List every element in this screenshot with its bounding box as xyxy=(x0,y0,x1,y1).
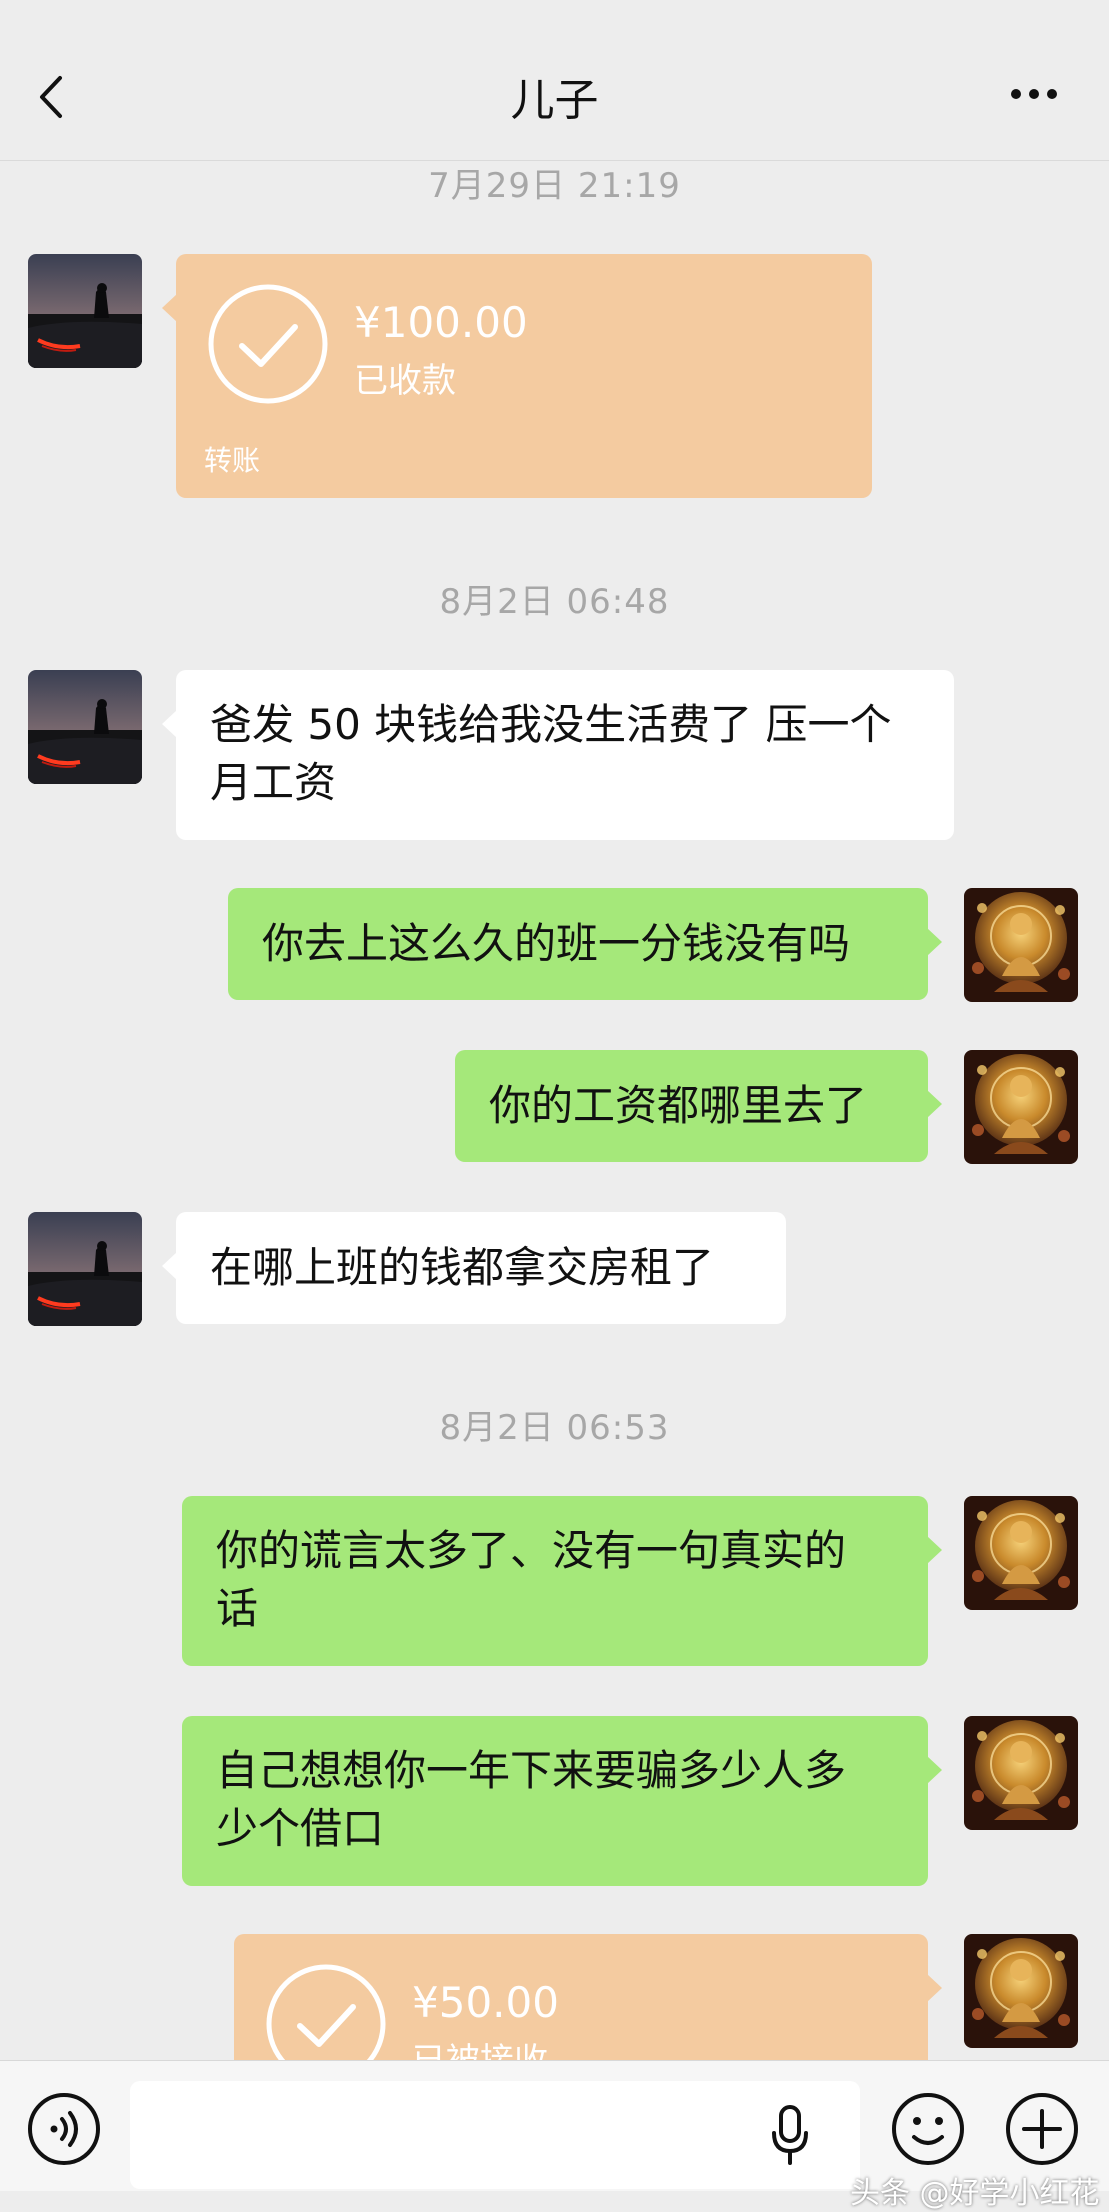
my-avatar[interactable] xyxy=(964,888,1078,1002)
my-avatar[interactable] xyxy=(964,1496,1078,1610)
outgoing-message[interactable]: 你的谎言太多了、没有一句真实的 话 xyxy=(182,1496,942,1666)
outgoing-message[interactable]: 自己想想你一年下来要骗多少人多 少个借口 xyxy=(182,1716,942,1886)
nav-bar: 儿子 xyxy=(0,0,1109,161)
message-text: 爸发 50 块钱给我没生活费了 压一个 xyxy=(210,700,892,749)
message-text: 你去上这么久的班一分钱没有吗 xyxy=(262,919,851,968)
transfer-amount: ¥50.00 xyxy=(412,1978,559,2027)
voice-toggle-icon[interactable] xyxy=(26,2091,102,2167)
transfer-amount: ¥100.00 xyxy=(354,298,528,347)
watermark: 头条 @好学小红花 xyxy=(850,2176,1100,2211)
timestamp: 8月2日 06:48 xyxy=(439,582,670,622)
outgoing-message[interactable]: 你去上这么久的班一分钱没有吗 xyxy=(228,888,942,1000)
message-text: 少个借口 xyxy=(216,1804,385,1853)
my-avatar[interactable] xyxy=(964,1934,1078,2048)
contact-avatar[interactable] xyxy=(28,1212,142,1326)
message-text: 你的谎言太多了、没有一句真实的 xyxy=(216,1526,847,1575)
message-text: 话 xyxy=(216,1584,259,1633)
transfer-label: 转账 xyxy=(204,444,261,477)
more-icon[interactable] xyxy=(1009,84,1059,104)
outgoing-message[interactable]: 你的工资都哪里去了 xyxy=(455,1050,942,1162)
message-text: 月工资 xyxy=(210,758,337,807)
incoming-message[interactable]: 爸发 50 块钱给我没生活费了 压一个 月工资 xyxy=(162,670,954,840)
message-text: 自己想想你一年下来要骗多少人多 xyxy=(216,1746,847,1795)
chat-title: 儿子 xyxy=(510,75,599,126)
transfer-status: 已收款 xyxy=(354,361,456,401)
timestamp: 8月2日 06:53 xyxy=(439,1408,670,1448)
mic-icon[interactable] xyxy=(770,2105,810,2165)
emoji-icon[interactable] xyxy=(890,2091,966,2167)
contact-avatar[interactable] xyxy=(28,254,142,368)
incoming-message[interactable]: 在哪上班的钱都拿交房租了 xyxy=(162,1212,786,1324)
message-text: 你的工资都哪里去了 xyxy=(489,1081,868,1130)
message-input[interactable] xyxy=(130,2081,860,2189)
message-text: 在哪上班的钱都拿交房租了 xyxy=(210,1243,715,1292)
transfer-bubble[interactable]: ¥100.00 已收款 转账 xyxy=(162,254,872,498)
plus-icon[interactable] xyxy=(1004,2091,1080,2167)
my-avatar[interactable] xyxy=(964,1716,1078,1830)
my-avatar[interactable] xyxy=(964,1050,1078,1164)
check-icon xyxy=(206,282,330,406)
timestamp: 7月29日 21:19 xyxy=(428,166,681,206)
contact-avatar[interactable] xyxy=(28,670,142,784)
